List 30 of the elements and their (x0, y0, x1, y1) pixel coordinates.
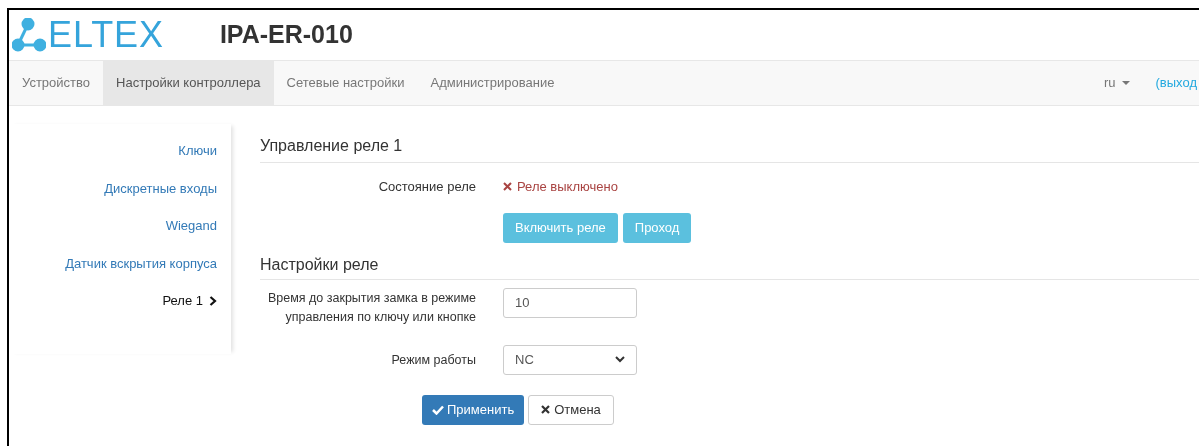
nav-tab[interactable]: Настройки контроллера (103, 61, 274, 105)
apply-button[interactable]: Применить (422, 394, 525, 425)
field-label: Состояние реле (377, 178, 476, 196)
sidebar-item[interactable]: Дискретные входы (104, 169, 217, 207)
chevron-right-icon (209, 295, 217, 306)
field-label: Режим работы (390, 351, 476, 369)
sidebar-item[interactable]: Ключи (178, 132, 217, 170)
section-heading: Управление реле 1 (260, 124, 1199, 163)
nav-tab[interactable]: Устройство (9, 61, 103, 105)
device-title: IPA-ER-010 (219, 19, 353, 51)
input-field[interactable]: 10 (503, 287, 637, 318)
cancel-button[interactable]: Отмена (528, 394, 614, 425)
language-dropdown[interactable]: ru (1103, 61, 1156, 105)
field-label: Время до закрытия замка в режиме управления по ключу или кнопке (266, 289, 476, 326)
sidebar-item[interactable]: Реле 1 (162, 282, 217, 320)
select-field[interactable]: NC (503, 344, 637, 375)
logo-text: ELTEX (48, 17, 164, 53)
check-icon (432, 404, 444, 415)
logout-link[interactable]: (выход (1155, 61, 1199, 105)
logo-icon (12, 18, 46, 52)
nav-tab[interactable]: Сетевые настройки (273, 61, 418, 105)
chevron-down-icon (615, 356, 625, 363)
nav-tab[interactable]: Администрирование (417, 61, 568, 105)
section-heading: Настройки реле (260, 252, 1199, 280)
close-icon (541, 405, 551, 414)
sidebar-item[interactable]: Wiegand (165, 207, 217, 245)
cross-icon (503, 182, 512, 192)
sidebar-item[interactable]: Датчик вскрытия корпуса (65, 244, 217, 282)
caret-icon (1121, 81, 1130, 85)
relay-status: Реле выключено (503, 177, 618, 197)
